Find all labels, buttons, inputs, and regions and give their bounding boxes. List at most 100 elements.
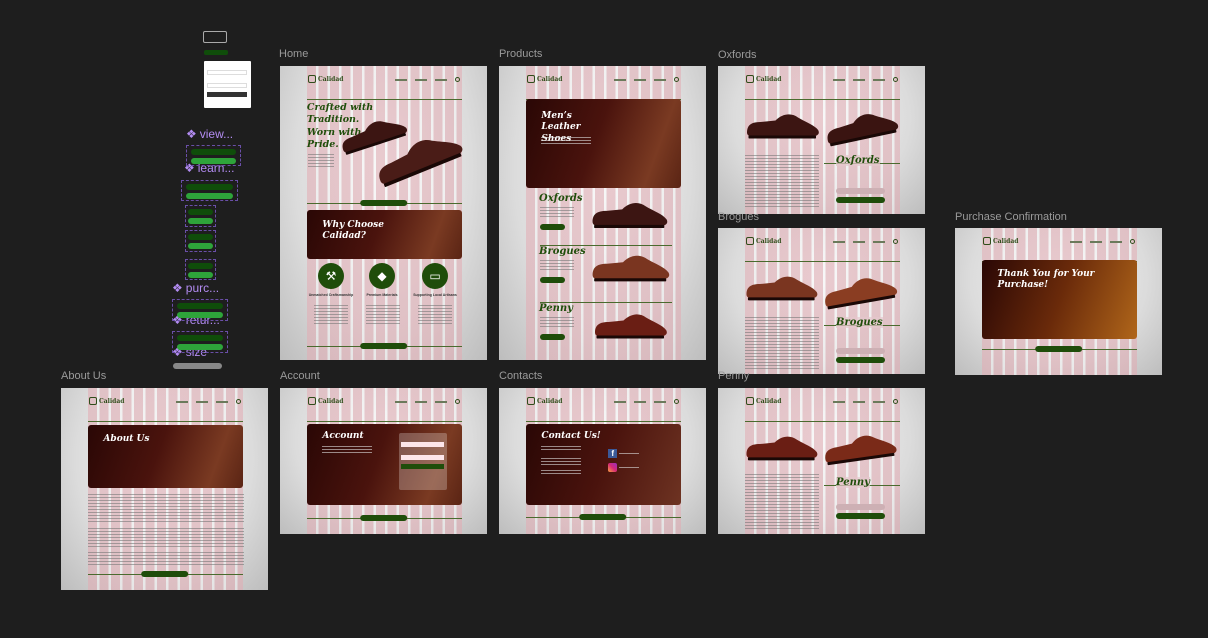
nav-link[interactable] — [1090, 240, 1103, 243]
frame-home[interactable]: Calidad Crafted with Tradition. Worn wit… — [280, 66, 487, 360]
tag-icon: ▭ — [422, 263, 448, 289]
variant-group[interactable] — [185, 205, 216, 227]
instagram-handle[interactable] — [619, 467, 640, 469]
learn-more-button[interactable] — [359, 343, 408, 349]
variant-group[interactable] — [172, 331, 228, 353]
nav-link[interactable] — [196, 400, 209, 403]
brogues-button[interactable] — [540, 277, 565, 283]
component-purchase[interactable]: ❖ purc... — [172, 281, 219, 295]
logo[interactable]: Calidad — [88, 397, 124, 405]
nav-link[interactable] — [873, 78, 886, 81]
nav-link[interactable] — [634, 78, 647, 81]
nav-link[interactable] — [853, 78, 866, 81]
logo-text: Calidad — [755, 237, 782, 245]
size-dropdown[interactable] — [836, 188, 885, 194]
nav-link[interactable] — [873, 240, 886, 243]
frame-oxfords[interactable]: Calidad Oxfords — [718, 66, 925, 214]
nav-link[interactable] — [614, 400, 627, 403]
logo[interactable]: Calidad — [307, 75, 343, 83]
frame-penny[interactable]: Calidad Penny — [718, 388, 925, 534]
facebook-icon[interactable]: f — [608, 449, 618, 458]
frame-purchase-confirmation[interactable]: Calidad Thank You for Your Purchase! — [955, 228, 1162, 375]
frame-account[interactable]: Calidad Account — [280, 388, 487, 534]
divider — [744, 421, 901, 422]
shoe-image — [745, 270, 819, 304]
nav-link[interactable] — [415, 78, 428, 81]
buy-button[interactable] — [836, 197, 885, 203]
user-icon[interactable] — [893, 239, 899, 244]
nav-link[interactable] — [1110, 240, 1123, 243]
password-input[interactable] — [401, 455, 444, 460]
email-input[interactable] — [401, 442, 444, 447]
nav-link[interactable] — [435, 78, 448, 81]
user-icon[interactable] — [236, 399, 242, 404]
nav-link[interactable] — [216, 400, 229, 403]
size-dropdown[interactable] — [173, 363, 222, 369]
component-view[interactable]: ❖ view... — [186, 127, 233, 141]
shop-button[interactable] — [140, 571, 189, 577]
logo[interactable]: Calidad — [745, 237, 782, 245]
nav-link[interactable] — [176, 400, 189, 403]
nav-link[interactable] — [873, 400, 886, 403]
user-icon[interactable] — [674, 399, 680, 404]
nav-link[interactable] — [634, 400, 647, 403]
nav-link[interactable] — [435, 400, 448, 403]
login-card[interactable] — [204, 61, 251, 108]
variant-group[interactable] — [172, 299, 228, 321]
facebook-handle[interactable] — [619, 453, 640, 455]
nav-link[interactable] — [395, 78, 408, 81]
back-home-button[interactable] — [1034, 346, 1083, 352]
nav-link[interactable] — [654, 78, 667, 81]
nav-link[interactable] — [614, 78, 627, 81]
variant-group[interactable] — [181, 180, 238, 201]
oxfords-button[interactable] — [540, 224, 565, 230]
component-button[interactable] — [204, 50, 228, 55]
buy-button[interactable] — [836, 357, 885, 363]
user-icon[interactable] — [455, 399, 461, 404]
component-logo[interactable] — [203, 31, 227, 43]
variant-group[interactable] — [185, 230, 216, 252]
user-icon[interactable] — [893, 77, 899, 82]
logo[interactable]: Calidad — [982, 237, 1018, 245]
nav-link[interactable] — [654, 400, 667, 403]
nav-link[interactable] — [853, 400, 866, 403]
logo[interactable]: Calidad — [745, 75, 781, 83]
shop-now-button[interactable] — [359, 200, 408, 206]
shoe-image — [745, 110, 821, 140]
nav-link[interactable] — [1070, 240, 1083, 243]
nav-link[interactable] — [853, 240, 866, 243]
size-dropdown[interactable] — [836, 348, 885, 354]
frame-contacts[interactable]: Calidad Contact Us! f — [499, 388, 706, 534]
sign-in-button[interactable] — [401, 464, 444, 469]
frame-products[interactable]: Calidad Men’s Leather Shoes Oxfords Brog… — [499, 66, 706, 360]
penny-button[interactable] — [540, 334, 565, 340]
frame-brogues[interactable]: Calidad Brogues — [718, 228, 925, 374]
nav-link[interactable] — [833, 400, 846, 403]
oxfords-text — [540, 207, 574, 217]
frame-about-us[interactable]: Calidad About Us — [61, 388, 268, 590]
logo[interactable]: Calidad — [745, 397, 781, 405]
email-field[interactable] — [207, 70, 247, 75]
oxfords-heading: Oxfords — [539, 193, 583, 204]
user-icon[interactable] — [674, 77, 680, 82]
user-icon[interactable] — [1130, 239, 1136, 244]
password-field[interactable] — [207, 83, 247, 88]
sign-in-button[interactable] — [207, 92, 247, 97]
user-icon[interactable] — [893, 399, 899, 404]
return-home-button[interactable] — [359, 515, 408, 521]
account-text — [322, 446, 373, 454]
variant-group[interactable] — [186, 145, 241, 166]
buy-button[interactable] — [836, 513, 885, 519]
nav-link[interactable] — [833, 240, 846, 243]
return-home-button[interactable] — [578, 514, 627, 520]
nav-link[interactable] — [415, 400, 428, 403]
instagram-icon[interactable] — [608, 463, 618, 472]
variant-group[interactable] — [185, 259, 216, 280]
logo[interactable]: Calidad — [526, 397, 562, 405]
size-dropdown[interactable] — [836, 504, 885, 510]
nav-link[interactable] — [833, 78, 846, 81]
user-icon[interactable] — [455, 77, 461, 82]
nav-link[interactable] — [395, 400, 408, 403]
logo[interactable]: Calidad — [307, 397, 343, 405]
logo[interactable]: Calidad — [526, 75, 562, 83]
